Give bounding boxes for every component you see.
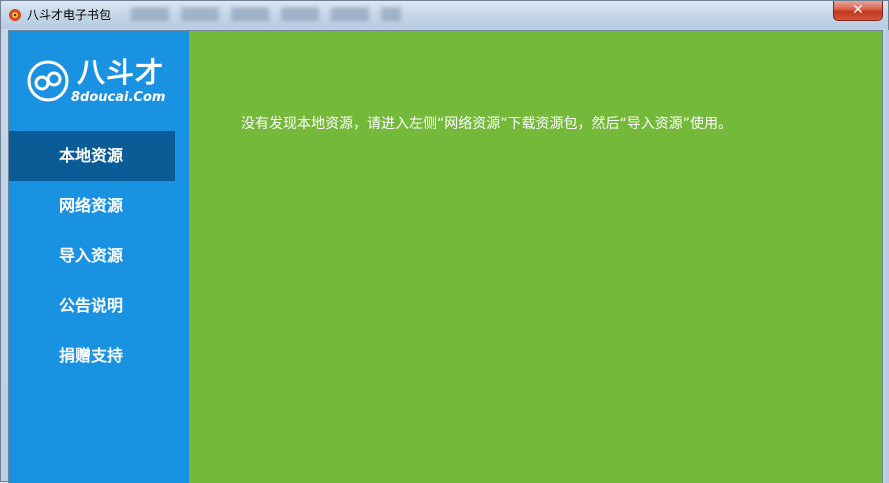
window-title: 八斗才电子书包	[27, 8, 112, 22]
sidebar-item-import-resources[interactable]: 导入资源	[9, 231, 189, 281]
sidebar-item-announcement[interactable]: 公告说明	[9, 281, 189, 331]
empty-state-message: 没有发现本地资源，请进入左侧“网络资源”下载资源包，然后“导入资源”使用。	[241, 116, 733, 132]
logo-site-text: 8doucai.Com	[71, 90, 166, 105]
blurred-background-menu	[131, 7, 401, 21]
sidebar: 八斗才 8doucai.Com 本地资源 网络资源 导入资源 公告说明 捐赠支持	[9, 31, 189, 483]
sidebar-item-donate[interactable]: 捐赠支持	[9, 331, 189, 381]
sidebar-item-local-resources[interactable]: 本地资源	[9, 131, 175, 181]
window-frame-right	[883, 30, 889, 483]
title-bar[interactable]: 八斗才电子书包 ✕	[1, 1, 888, 29]
app-window: 八斗才电子书包 ✕ 八斗才 8doucai.Com 本地资源 网络资源 导入资源…	[0, 0, 889, 483]
sidebar-item-network-resources[interactable]: 网络资源	[9, 181, 189, 231]
client-area: 八斗才 8doucai.Com 本地资源 网络资源 导入资源 公告说明 捐赠支持…	[8, 30, 883, 483]
close-button[interactable]: ✕	[833, 1, 883, 21]
logo: 八斗才 8doucai.Com	[9, 31, 189, 131]
logo-text-cn: 八斗才	[77, 56, 165, 89]
app-logo-icon	[9, 9, 21, 21]
logo-mark-icon	[27, 60, 69, 102]
